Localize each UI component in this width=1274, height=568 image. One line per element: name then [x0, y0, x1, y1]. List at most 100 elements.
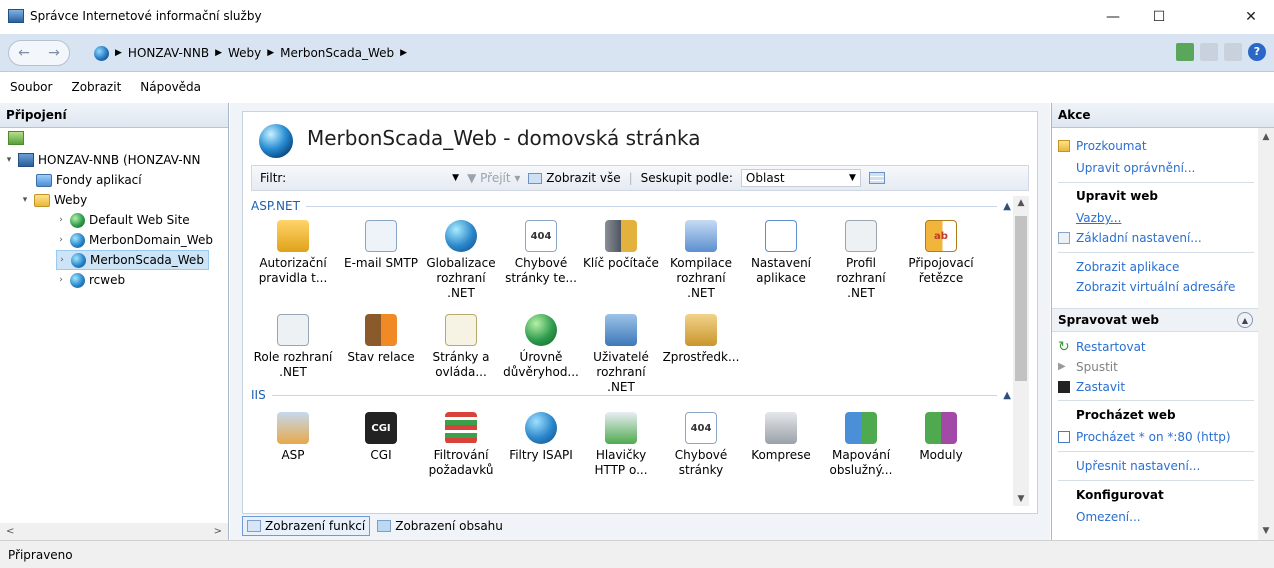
scroll-down-icon[interactable]: ▼: [1258, 526, 1274, 536]
collapse-icon[interactable]: ▾: [4, 155, 14, 165]
filter-input[interactable]: [294, 169, 444, 187]
feature-item[interactable]: Autorizační pravidla t...: [253, 220, 333, 286]
action-view-virtual-dirs[interactable]: Zobrazit virtuální adresáře: [1076, 280, 1235, 294]
feature-item[interactable]: Profil rozhraní .NET: [821, 220, 901, 301]
close-button[interactable]: ✕: [1228, 0, 1274, 34]
tree-site-item[interactable]: › rcweb: [56, 270, 125, 290]
view-mode-icon[interactable]: [868, 172, 885, 184]
maximize-button[interactable]: ☐: [1136, 0, 1182, 34]
feature-item[interactable]: Kompilace rozhraní .NET: [661, 220, 741, 301]
chevron-down-icon[interactable]: ▼: [452, 173, 459, 183]
action-restart[interactable]: ↻ Restartovat: [1058, 340, 1146, 354]
scroll-down-icon[interactable]: ▼: [1013, 494, 1029, 504]
feature-item[interactable]: ASP: [253, 412, 333, 463]
feature-item[interactable]: Filtry ISAPI: [501, 412, 581, 463]
minimize-button[interactable]: —: [1090, 0, 1136, 34]
tree-server[interactable]: ▾ HONZAV-NNB (HONZAV-NN: [4, 150, 201, 170]
feature-item[interactable]: Stav relace: [341, 314, 421, 365]
site-globe-icon: [259, 124, 293, 158]
action-edit-permissions[interactable]: Upravit oprávnění...: [1076, 161, 1195, 175]
menu-help[interactable]: Nápověda: [140, 80, 201, 94]
feature-item[interactable]: Zprostředk...: [661, 314, 741, 365]
show-all-button[interactable]: Zobrazit vše: [528, 171, 621, 185]
features-vertical-scrollbar[interactable]: ▲ ▼: [1013, 196, 1029, 506]
tree-app-pools-label: Fondy aplikací: [56, 173, 142, 187]
scroll-up-icon[interactable]: ▲: [1013, 198, 1029, 208]
feature-item[interactable]: E-mail SMTP: [341, 220, 421, 271]
back-button[interactable]: ←: [18, 45, 30, 61]
feature-item[interactable]: Uživatelé rozhraní .NET: [581, 314, 661, 395]
feature-item[interactable]: CGI CGI: [341, 412, 421, 463]
menu-view[interactable]: Zobrazit: [71, 80, 121, 94]
breadcrumb-server[interactable]: HONZAV-NNB: [128, 46, 209, 60]
session-state-icon: [365, 314, 397, 346]
feature-item[interactable]: Hlavičky HTTP o...: [581, 412, 661, 478]
feature-item[interactable]: ab Připojovací řetězce: [901, 220, 981, 286]
tree-site-item-selected[interactable]: › MerbonScada_Web: [56, 250, 209, 270]
chevron-right-icon: ▶: [115, 48, 122, 58]
globe-icon: [94, 45, 109, 61]
stop-icon[interactable]: [1200, 43, 1218, 61]
tree-app-pools[interactable]: Fondy aplikací: [36, 170, 142, 190]
action-view-applications[interactable]: Zobrazit aplikace: [1076, 260, 1179, 274]
collapse-group-icon[interactable]: ▲: [1003, 201, 1011, 212]
action-start: ▶ Spustit: [1058, 360, 1118, 374]
tree-site-item[interactable]: › Default Web Site: [56, 210, 190, 230]
group-iis-header[interactable]: IIS ▲: [251, 387, 1011, 403]
help-icon[interactable]: ?: [1248, 43, 1266, 61]
connect-icon[interactable]: [1176, 43, 1194, 61]
tree-site-item[interactable]: › MerbonDomain_Web: [56, 230, 213, 250]
section-manage-site[interactable]: Spravovat web ▲: [1052, 308, 1259, 332]
collapse-icon[interactable]: ▾: [20, 195, 30, 205]
feature-item[interactable]: Úrovně důvěryhod...: [501, 314, 581, 380]
expand-icon[interactable]: ›: [56, 275, 66, 285]
http-headers-icon: [605, 412, 637, 444]
actions-scrollbar[interactable]: ▲ ▼: [1258, 128, 1274, 540]
feature-item[interactable]: Komprese: [741, 412, 821, 463]
breadcrumb-site[interactable]: MerbonScada_Web: [280, 46, 394, 60]
restart-icon: ↻: [1058, 339, 1070, 355]
scroll-thumb[interactable]: [1015, 216, 1027, 381]
create-connection-icon[interactable]: [8, 131, 24, 145]
feature-item[interactable]: 404 Chybové stránky: [661, 412, 741, 478]
breadcrumb-sites[interactable]: Weby: [228, 46, 261, 60]
home-icon[interactable]: [1224, 43, 1242, 61]
tab-features-view[interactable]: Zobrazení funkcí: [242, 516, 371, 536]
tab-content-view[interactable]: Zobrazení obsahu: [372, 516, 508, 536]
expand-icon[interactable]: ›: [57, 255, 67, 265]
menu-file[interactable]: Soubor: [10, 80, 52, 94]
nav-buttons: ← →: [8, 40, 70, 66]
expand-icon[interactable]: ›: [56, 235, 66, 245]
action-browse-http[interactable]: Procházet * on *:80 (http): [1058, 430, 1231, 444]
error-pages-icon: 404: [685, 412, 717, 444]
go-button[interactable]: ▼ Přejít ▾: [467, 171, 520, 185]
feature-item[interactable]: 404 Chybové stránky te...: [501, 220, 581, 286]
scroll-right-icon[interactable]: >: [214, 526, 222, 537]
feature-item[interactable]: Filtrování požadavků: [421, 412, 501, 478]
action-limits[interactable]: Omezení...: [1076, 510, 1141, 524]
horizontal-scrollbar[interactable]: < >: [0, 523, 228, 540]
feature-item[interactable]: Globalizace rozhraní .NET: [421, 220, 501, 301]
expand-icon[interactable]: ›: [56, 215, 66, 225]
action-advanced-settings[interactable]: Upřesnit nastavení...: [1076, 459, 1200, 473]
group-by-select[interactable]: Oblast ▼: [740, 169, 861, 187]
collapse-section-icon[interactable]: ▲: [1237, 312, 1253, 328]
feature-item[interactable]: Nastavení aplikace: [741, 220, 821, 286]
forward-button[interactable]: →: [48, 45, 60, 61]
group-aspnet-header[interactable]: ASP.NET ▲: [251, 198, 1011, 214]
feature-item[interactable]: Role rozhraní .NET: [253, 314, 333, 380]
action-stop[interactable]: Zastavit: [1058, 380, 1125, 394]
scroll-left-icon[interactable]: <: [6, 526, 14, 537]
collapse-group-icon[interactable]: ▲: [1003, 390, 1011, 401]
feature-item[interactable]: Moduly: [901, 412, 981, 463]
feature-item[interactable]: Mapování obslužný...: [821, 412, 901, 478]
action-basic-settings[interactable]: Základní nastavení...: [1058, 231, 1202, 245]
tree-sites[interactable]: ▾ Weby: [20, 190, 88, 210]
feature-item[interactable]: Stránky a ovláda...: [421, 314, 501, 380]
action-explore[interactable]: Prozkoumat: [1058, 139, 1147, 153]
feature-item[interactable]: Klíč počítače: [581, 220, 661, 271]
site-icon: [71, 252, 86, 268]
action-bindings[interactable]: Vazby...: [1076, 211, 1121, 225]
compression-icon: [765, 412, 797, 444]
scroll-up-icon[interactable]: ▲: [1258, 132, 1274, 142]
